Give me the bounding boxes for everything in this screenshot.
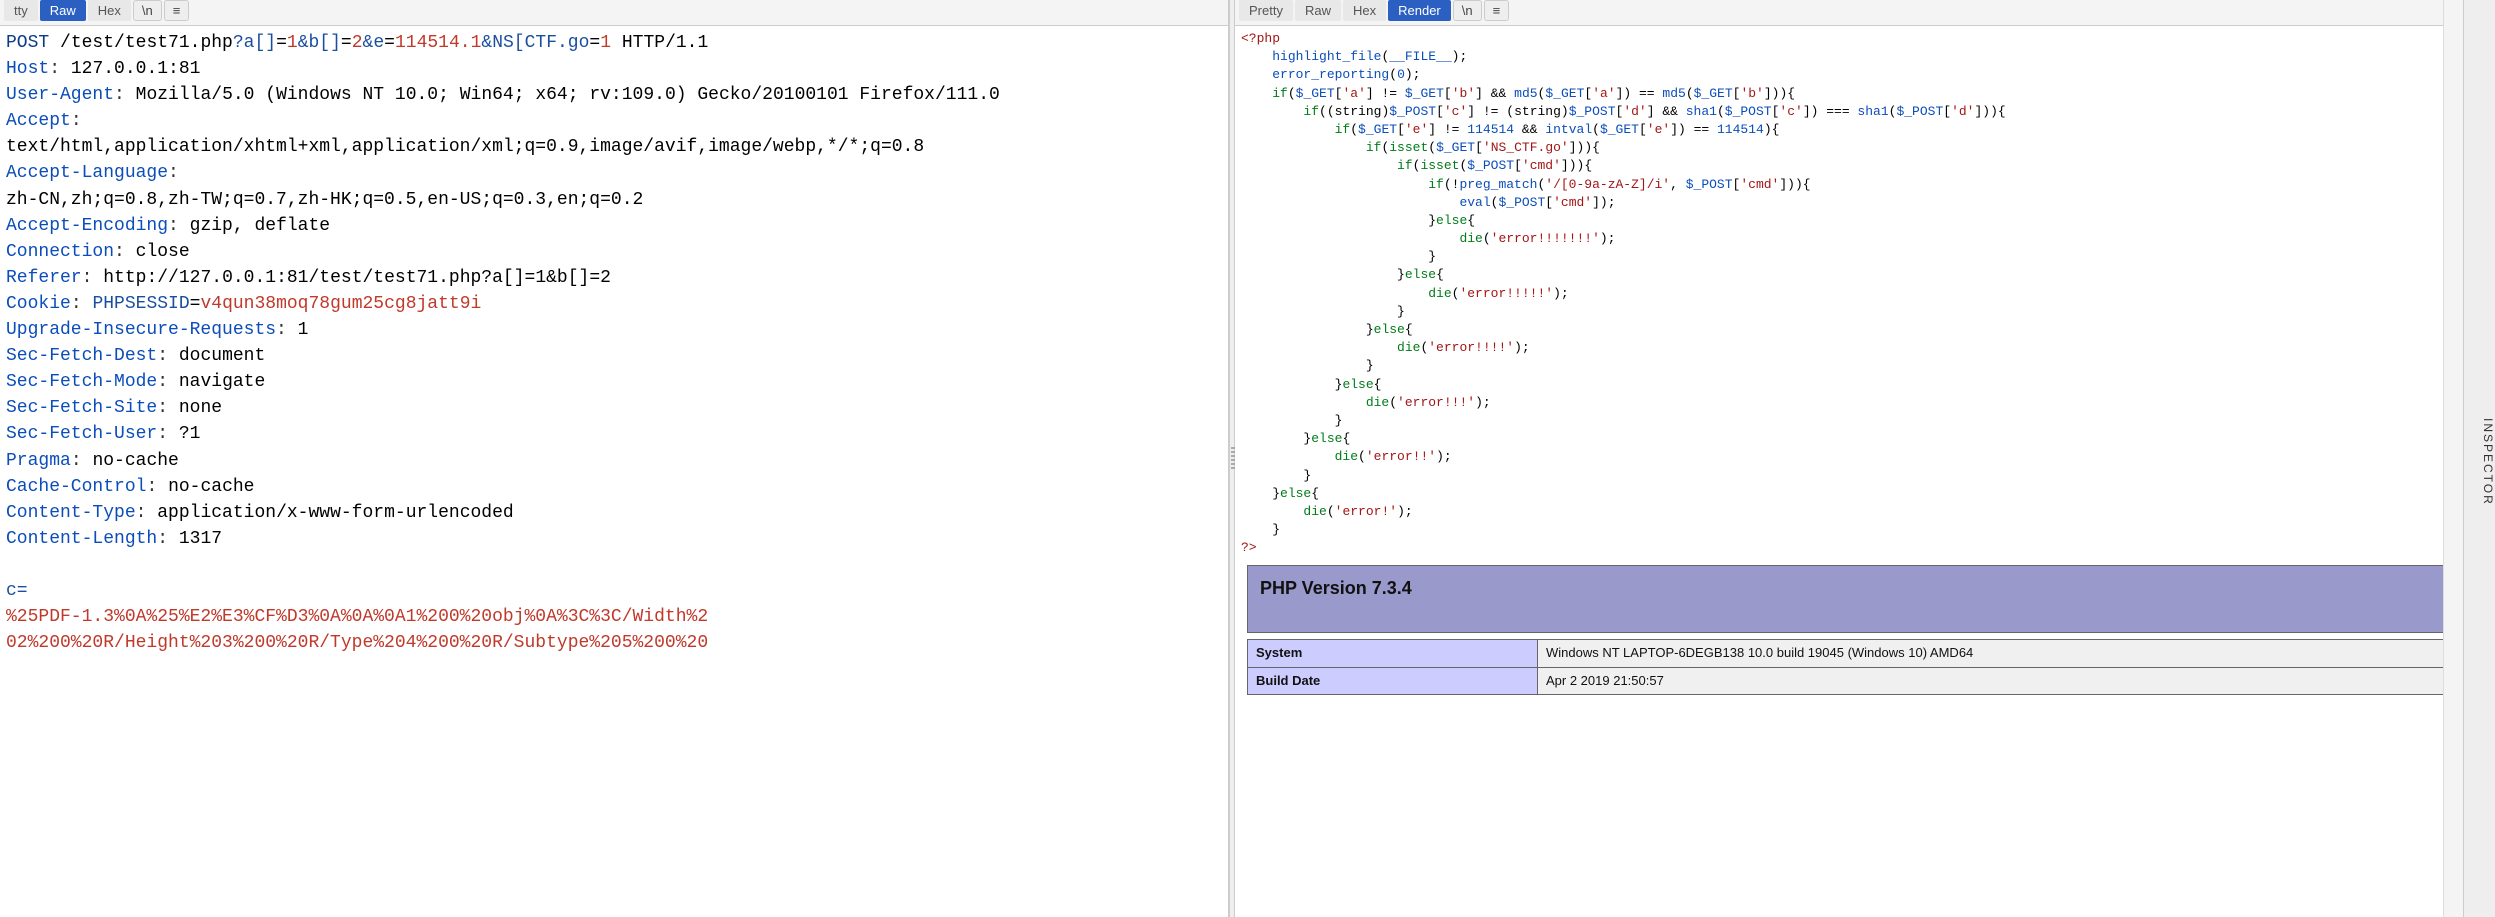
tab-pretty-right[interactable]: Pretty <box>1239 0 1293 21</box>
http-method: POST <box>6 33 49 53</box>
phpinfo-key: System <box>1248 640 1538 667</box>
scrollbar-gutter[interactable] <box>2443 0 2463 917</box>
request-tabs: tty Raw Hex \n ≡ <box>0 0 1228 26</box>
menu-button-left[interactable]: ≡ <box>164 0 190 21</box>
tab-hex-left[interactable]: Hex <box>88 0 131 21</box>
http-version: HTTP/1.1 <box>622 33 708 53</box>
request-text[interactable]: POST /test/test71.php?a[]=1&b[]=2&e=1145… <box>6 30 1222 656</box>
request-content[interactable]: POST /test/test71.php?a[]=1&b[]=2&e=1145… <box>0 26 1228 917</box>
tab-raw-right[interactable]: Raw <box>1295 0 1341 21</box>
inspector-sidebar[interactable]: INSPECTOR <box>2463 0 2495 917</box>
app-root: tty Raw Hex \n ≡ POST /test/test71.php?a… <box>0 0 2495 917</box>
tab-pretty-left[interactable]: tty <box>4 0 38 21</box>
inspector-label: INSPECTOR <box>2481 418 2495 506</box>
php-version-banner: PHP Version 7.3.4 <box>1247 565 2451 633</box>
response-tabs: Pretty Raw Hex Render \n ≡ <box>1235 0 2463 26</box>
phpinfo-value: Apr 2 2019 21:50:57 <box>1538 667 2451 694</box>
newline-toggle-right[interactable]: \n <box>1453 0 1482 21</box>
tab-render-right[interactable]: Render <box>1388 0 1451 21</box>
menu-button-right[interactable]: ≡ <box>1484 0 1510 21</box>
table-row: Build Date Apr 2 2019 21:50:57 <box>1248 667 2451 694</box>
http-path: /test/test71.php <box>60 33 233 53</box>
phpinfo-key: Build Date <box>1248 667 1538 694</box>
response-content[interactable]: <?php highlight_file(__FILE__); error_re… <box>1235 26 2463 917</box>
phpinfo-value: Windows NT LAPTOP-6DEGB138 10.0 build 19… <box>1538 640 2451 667</box>
request-pane: tty Raw Hex \n ≡ POST /test/test71.php?a… <box>0 0 1229 917</box>
php-source: <?php highlight_file(__FILE__); error_re… <box>1241 30 2457 557</box>
table-row: System Windows NT LAPTOP-6DEGB138 10.0 b… <box>1248 640 2451 667</box>
tab-hex-right[interactable]: Hex <box>1343 0 1386 21</box>
phpinfo-table: System Windows NT LAPTOP-6DEGB138 10.0 b… <box>1247 639 2451 694</box>
newline-toggle-left[interactable]: \n <box>133 0 162 21</box>
tab-raw-left[interactable]: Raw <box>40 0 86 21</box>
response-pane: Pretty Raw Hex Render \n ≡ <?php highlig… <box>1235 0 2463 917</box>
